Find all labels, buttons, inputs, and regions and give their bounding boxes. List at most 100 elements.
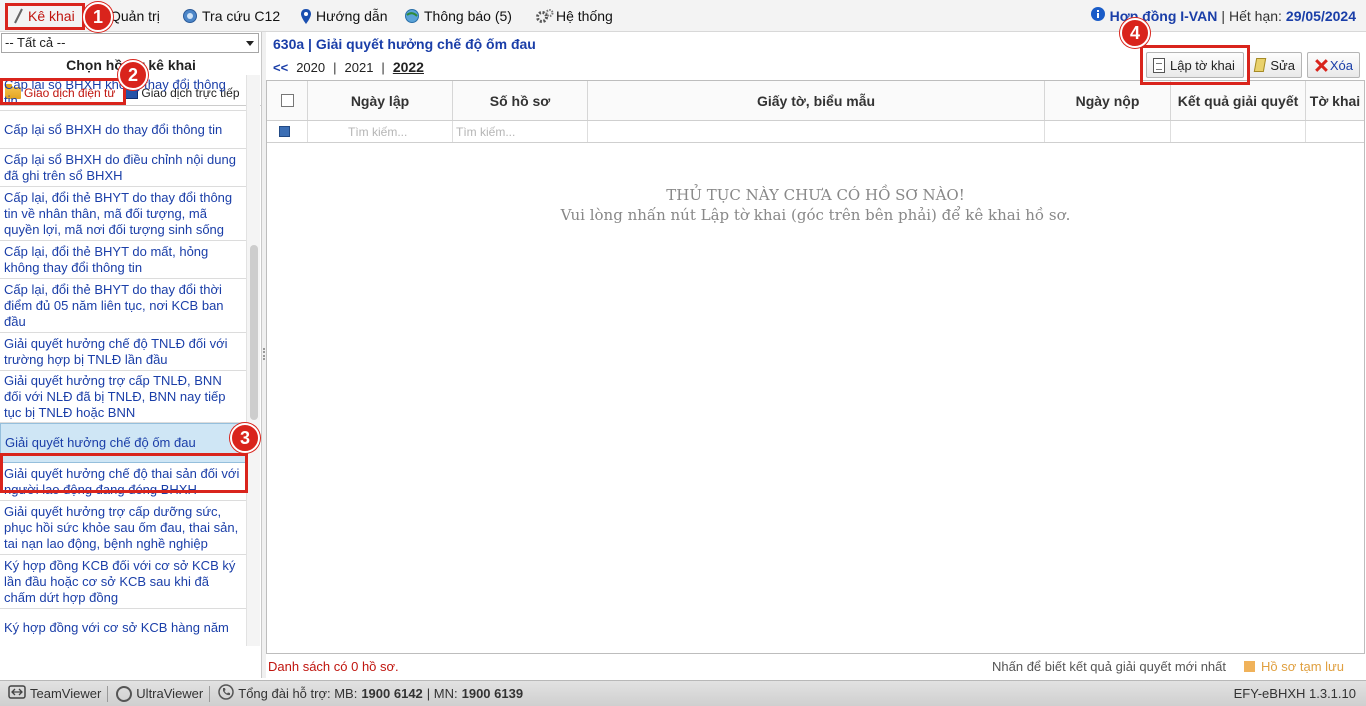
column-header[interactable]: Ngày lập [308, 81, 453, 120]
menu-thong-bao[interactable]: Thông báo (5) [400, 4, 516, 28]
list-item[interactable]: Cấp lại sổ BHXH do thay đổi thông tin [0, 111, 246, 149]
menu-tra-cuu[interactable]: Tra cứu C12 [178, 4, 284, 28]
ultraviewer-link[interactable]: UltraViewer [116, 685, 204, 702]
menu-label: Hệ thống [556, 8, 613, 24]
button-label: Lập tờ khai [1170, 57, 1235, 73]
menu-label: Quản trị [110, 8, 160, 24]
procedure-list: Cấp lại sổ BHXH không thay đổi thông tin… [0, 75, 246, 646]
procedure-label: Cấp lại sổ BHXH do thay đổi thông tin [4, 121, 223, 137]
select-all-cell [267, 81, 308, 120]
list-item[interactable]: Cấp lại sổ BHXH do điều chỉnh nội dung đ… [0, 149, 246, 187]
column-header[interactable]: Giấy tờ, biểu mẫu [588, 81, 1045, 120]
column-header[interactable]: Ngày nộp [1045, 81, 1171, 120]
teamviewer-label: TeamViewer [30, 686, 102, 701]
edit-icon [1253, 58, 1267, 72]
filter-cell[interactable] [1045, 121, 1171, 142]
procedure-label: Giải quyết hưởng chế độ thai sản đối với… [4, 465, 240, 497]
grid-header: Ngày lập Số hồ sơ Giấy tờ, biểu mẫu Ngày… [267, 81, 1364, 121]
app-version: EFY-eBHXH 1.3.1.10 [1233, 686, 1356, 701]
procedure-label: Cấp lại, đổi thẻ BHYT do thay đổi thông … [4, 189, 233, 237]
footer-divider [209, 685, 211, 702]
hotline-mn-label: | MN: [426, 686, 458, 701]
ultraviewer-icon [116, 685, 133, 702]
records-grid: Ngày lập Số hồ sơ Giấy tờ, biểu mẫu Ngày… [266, 80, 1365, 654]
saved-drafts-link[interactable]: Hồ sơ tạm lưu [1244, 659, 1344, 674]
list-item[interactable]: Giải quyết hưởng chế độ TNLĐ đối với trư… [0, 333, 246, 371]
column-header[interactable]: Số hồ sơ [453, 81, 588, 120]
empty-title: THỦ TỤC NÀY CHƯA CÓ HỒ SƠ NÀO! [666, 186, 965, 204]
footer-divider [107, 685, 109, 702]
location-pin-icon [300, 8, 312, 24]
list-item[interactable]: Cấp lại, đổi thẻ BHYT do thay đổi thời đ… [0, 279, 246, 333]
button-label: Sửa [1270, 57, 1295, 73]
button-label: Xóa [1329, 57, 1353, 73]
filter-cell[interactable] [1306, 121, 1364, 142]
search-number-input[interactable]: Tìm kiếm... [453, 121, 588, 142]
list-item[interactable]: Ký hợp đồng với cơ sở KCB hàng năm [0, 609, 246, 646]
year-current[interactable]: 2022 [393, 59, 424, 75]
create-declaration-button[interactable]: Lập tờ khai [1146, 52, 1244, 78]
callout-badge-1: 1 [83, 2, 113, 32]
procedure-label: Cấp lại sổ BHXH do điều chỉnh nội dung đ… [4, 151, 236, 183]
procedure-label: Giải quyết hưởng trợ cấp dưỡng sức, phục… [4, 503, 239, 551]
filter-cell[interactable] [588, 121, 1045, 142]
procedure-filter-select[interactable]: -- Tất cả -- [1, 33, 259, 53]
menu-label: Kê khai [28, 8, 75, 24]
ultraviewer-label: UltraViewer [136, 686, 204, 701]
column-header[interactable]: Kết quả giải quyết [1171, 81, 1306, 120]
phone-icon [218, 684, 234, 703]
info-icon [1090, 6, 1106, 25]
list-item[interactable]: Giải quyết hưởng trợ cấp dưỡng sức, phục… [0, 501, 246, 555]
list-item[interactable]: Cấp lại, đổi thẻ BHYT do mất, hỏng không… [0, 241, 246, 279]
chevron-down-icon [246, 41, 254, 46]
teamviewer-link[interactable]: TeamViewer [8, 685, 101, 702]
empty-state: THỦ TỤC NÀY CHƯA CÓ HỒ SƠ NÀO! Vui lòng … [267, 185, 1364, 225]
search-globe-icon [182, 8, 198, 24]
status-actions: Nhấn để biết kết quả giải quyết mới nhất… [992, 659, 1344, 674]
column-header[interactable]: Tờ khai [1306, 81, 1364, 120]
menu-label: Hướng dẫn [316, 8, 388, 24]
menu-quan-tri[interactable]: Quản trị [106, 4, 164, 28]
list-item[interactable]: Ký hợp đồng KCB đối với cơ sở KCB ký lần… [0, 555, 246, 609]
procedure-label: Giải quyết hưởng chế độ ốm đau [5, 435, 196, 450]
latest-result-link[interactable]: Nhấn để biết kết quả giải quyết mới nhất [992, 659, 1226, 674]
filter-toggle-cell [267, 121, 308, 142]
page-title: 630a | Giải quyết hưởng chế độ ốm đau [273, 36, 536, 52]
expiry-date: 29/05/2024 [1285, 7, 1356, 24]
filter-cell[interactable] [1171, 121, 1306, 142]
delete-button[interactable]: Xóa [1307, 52, 1360, 78]
procedure-label: Ký hợp đồng với cơ sở KCB hàng năm [4, 619, 229, 635]
list-item-selected[interactable]: Giải quyết hưởng chế độ ốm đau [0, 423, 246, 463]
callout-badge-4: 4 [1120, 18, 1150, 48]
menu-huong-dan[interactable]: Hướng dẫn [296, 4, 391, 28]
year-2021[interactable]: 2021 [345, 60, 374, 75]
filter-icon[interactable] [279, 126, 290, 137]
procedure-list-scrollbar[interactable] [246, 75, 260, 646]
menu-he-thong[interactable]: Hệ thống [532, 4, 617, 28]
empty-hint: Vui lòng nhấn nút Lập tờ khai (góc trên … [560, 206, 1071, 224]
callout-badge-2: 2 [118, 60, 148, 90]
menu-ke-khai[interactable]: Kê khai [8, 4, 79, 28]
hotline-mb: 1900 6142 [361, 686, 423, 701]
search-date-input[interactable]: Tìm kiếm... [308, 121, 453, 142]
select-all-checkbox[interactable] [280, 94, 294, 107]
scrollbar-thumb[interactable] [250, 245, 258, 420]
year-separator: | [333, 59, 337, 75]
year-2020[interactable]: 2020 [296, 60, 325, 75]
menu-label: Tra cứu C12 [202, 8, 281, 24]
procedure-label: Giải quyết hưởng chế độ TNLĐ đối với trư… [4, 335, 228, 367]
list-item[interactable]: Giải quyết hưởng chế độ thai sản đối với… [0, 463, 246, 501]
saved-label: Hồ sơ tạm lưu [1261, 659, 1344, 674]
teamviewer-icon [8, 685, 26, 702]
hotline-label: Tổng đài hỗ trợ: MB: [238, 686, 358, 701]
edit-button[interactable]: Sửa [1248, 52, 1302, 78]
year-selector: << 2020 | 2021 | 2022 [273, 59, 424, 75]
menu-bar: Kê khai Quản trị Tra cứu C12 Hướng dẫn T… [0, 0, 1366, 32]
list-item[interactable]: Giải quyết hưởng trợ cấp TNLĐ, BNN đối v… [0, 371, 246, 423]
globe-icon [404, 8, 420, 24]
year-separator: | [381, 59, 385, 75]
list-item[interactable]: Cấp lại, đổi thẻ BHYT do thay đổi thông … [0, 187, 246, 241]
year-prev-button[interactable]: << [273, 60, 288, 75]
procedure-label: Cấp lại, đổi thẻ BHYT do thay đổi thời đ… [4, 281, 224, 329]
splitter-grip-icon [263, 348, 265, 360]
